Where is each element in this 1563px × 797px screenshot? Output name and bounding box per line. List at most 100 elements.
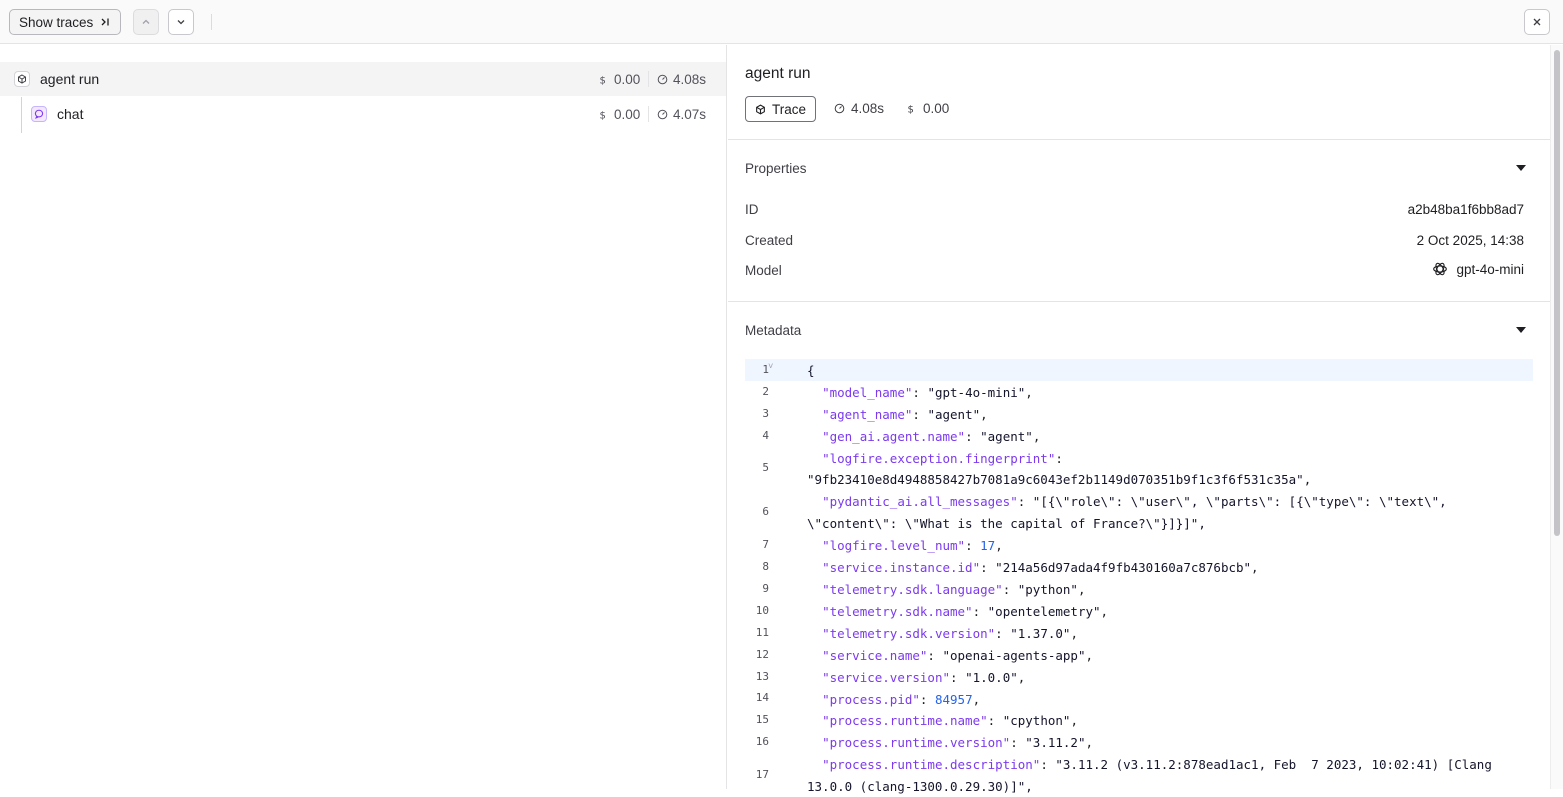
json-string: "214a56d97ada4f9fb430160a7c876bcb" bbox=[995, 560, 1252, 576]
line-number: 2 bbox=[762, 384, 769, 398]
tree-row-label: chat bbox=[57, 106, 84, 122]
code-text: "process.runtime.name": "cpython", bbox=[822, 713, 1078, 729]
chevron-down-icon bbox=[177, 20, 185, 25]
code-line: 7 "logfire.level_num": 17, bbox=[745, 534, 1533, 556]
property-key-created: Created bbox=[745, 233, 794, 248]
close-button[interactable] bbox=[1524, 9, 1550, 35]
trace-box-icon bbox=[14, 71, 30, 87]
json-string: "1.37.0" bbox=[1010, 625, 1071, 641]
fold-chevron-icon[interactable]: ˅ bbox=[768, 362, 773, 372]
duration-value: 4.07s bbox=[673, 106, 707, 122]
close-icon bbox=[1533, 18, 1541, 26]
svg-text:$: $ bbox=[908, 105, 914, 115]
scrollbar[interactable] bbox=[1550, 45, 1563, 789]
json-string: "opentelemetry" bbox=[987, 603, 1101, 619]
line-number: 10 bbox=[755, 603, 769, 617]
code-line: 5 "logfire.exception.fingerprint": "9fb2… bbox=[745, 447, 1533, 491]
line-number: 14 bbox=[755, 691, 769, 705]
code-line: 8 "service.instance.id": "214a56d97ada4f… bbox=[745, 556, 1533, 578]
code-line: 12 "service.name": "openai-agents-app", bbox=[745, 644, 1533, 666]
line-number: 8 bbox=[762, 560, 769, 574]
line-number: 13 bbox=[755, 669, 769, 683]
code-line: 15 "process.runtime.name": "cpython", bbox=[745, 709, 1533, 731]
duration-metric: 4.08s bbox=[657, 72, 706, 87]
trace-badge: Trace bbox=[745, 96, 817, 122]
code-text: "service.instance.id": "214a56d97ada4f9f… bbox=[822, 560, 1259, 576]
code-line: 9 "telemetry.sdk.language": "python", bbox=[745, 578, 1533, 600]
timer-icon bbox=[657, 109, 668, 119]
property-value-model: gpt-4o-mini bbox=[1432, 261, 1524, 277]
line-number: 4 bbox=[762, 428, 769, 442]
detail-title: agent run bbox=[745, 65, 811, 82]
json-string: "gpt-4o-mini" bbox=[927, 384, 1026, 400]
code-line: 6 "pydantic_ai.all_messages": "[{\"role\… bbox=[745, 490, 1533, 534]
json-key: "agent_name" bbox=[822, 406, 913, 422]
show-traces-button[interactable]: Show traces bbox=[9, 9, 122, 35]
json-number: 84957 bbox=[934, 691, 973, 707]
toolbar-divider bbox=[211, 14, 212, 30]
duration-metric: 4.07s bbox=[657, 107, 706, 122]
code-line: 17 "process.runtime.description": "3.11.… bbox=[745, 753, 1533, 797]
tree-row-agent-run[interactable]: agent run $ 0.00 4.08s bbox=[0, 62, 726, 96]
code-text: "process.pid": 84957, bbox=[822, 691, 981, 707]
code-text-continued: 13.0.0 (clang-1300.0.29.30)]", bbox=[807, 779, 1033, 794]
property-key-id: ID bbox=[745, 202, 759, 217]
code-line: 14 "process.pid": 84957, bbox=[745, 688, 1533, 710]
tree-row-chat[interactable]: chat $ 0.00 4.07s bbox=[0, 97, 726, 131]
dollar-icon: $ bbox=[600, 75, 606, 85]
property-value-id: a2b48ba1f6bb8ad7 bbox=[1407, 202, 1524, 217]
model-name: gpt-4o-mini bbox=[1456, 261, 1524, 277]
json-string: "python" bbox=[1017, 582, 1078, 597]
json-string: "1.0.0" bbox=[965, 669, 1018, 685]
dollar-icon: $ bbox=[600, 110, 606, 120]
json-key: "logfire.level_num" bbox=[822, 538, 966, 554]
property-key-model: Model bbox=[745, 263, 782, 278]
json-key: "process.runtime.name" bbox=[822, 713, 988, 729]
json-string: \"content\": \"What is the capital of Fr… bbox=[807, 516, 1206, 532]
json-key: "logfire.exception.fingerprint" bbox=[822, 450, 1056, 466]
span-tree-panel: agent run $ 0.00 4.08s chat $ 0.00 4.07s bbox=[0, 45, 727, 789]
detail-duration-value: 4.08s bbox=[851, 101, 885, 116]
code-text-continued: \"content\": \"What is the capital of Fr… bbox=[807, 516, 1206, 531]
code-text-continued: "9fb23410e8d4948858427b7081a9c6043ef2b11… bbox=[807, 472, 1311, 487]
cost-value: 0.00 bbox=[614, 106, 641, 122]
json-key: "telemetry.sdk.language" bbox=[822, 582, 1003, 597]
previous-span-button[interactable] bbox=[133, 9, 159, 35]
dollar-icon: $ bbox=[908, 105, 914, 115]
line-number: 1 bbox=[762, 362, 769, 376]
json-key: "gen_ai.agent.name" bbox=[822, 428, 966, 444]
line-number: 6 bbox=[762, 505, 769, 519]
json-key: "telemetry.sdk.name" bbox=[822, 603, 973, 619]
detail-cost: $ 0.00 bbox=[906, 101, 950, 116]
line-number: 16 bbox=[755, 735, 769, 749]
json-number: 17 bbox=[980, 538, 996, 554]
cost-metric: $ 0.00 bbox=[598, 72, 641, 87]
code-text: "process.runtime.version": "3.11.2", bbox=[822, 735, 1094, 751]
code-line: 10 "telemetry.sdk.name": "opentelemetry"… bbox=[745, 600, 1533, 622]
code-text: "agent_name": "agent", bbox=[822, 406, 988, 422]
json-string: 13.0.0 (clang-1300.0.29.30)]", bbox=[807, 779, 1033, 795]
code-line: 4 "gen_ai.agent.name": "agent", bbox=[745, 425, 1533, 447]
json-string: "agent" bbox=[927, 406, 981, 422]
json-string: "9fb23410e8d4948858427b7081a9c6043ef2b11… bbox=[807, 472, 1312, 488]
code-line: 11 "telemetry.sdk.version": "1.37.0", bbox=[745, 622, 1533, 644]
next-span-button[interactable] bbox=[168, 9, 194, 35]
collapse-properties-icon[interactable] bbox=[1516, 165, 1526, 171]
properties-section-title: Properties bbox=[745, 161, 807, 176]
metric-divider bbox=[648, 106, 649, 122]
code-line: 3 "agent_name": "agent", bbox=[745, 403, 1533, 425]
openai-logo-icon bbox=[1433, 262, 1448, 276]
collapse-metadata-icon[interactable] bbox=[1516, 327, 1526, 333]
json-string: "agent" bbox=[980, 428, 1033, 444]
line-number: 5 bbox=[762, 461, 769, 475]
tree-row-label: agent run bbox=[40, 71, 100, 87]
code-text: "logfire.level_num": 17, bbox=[822, 538, 1003, 554]
chat-bubble-icon bbox=[31, 106, 47, 122]
json-string: "3.11.2" bbox=[1025, 735, 1086, 751]
scrollbar-thumb[interactable] bbox=[1554, 50, 1560, 536]
code-text: "gen_ai.agent.name": "agent", bbox=[822, 428, 1041, 444]
trace-box-icon bbox=[756, 103, 765, 115]
json-key: "process.runtime.description" bbox=[822, 757, 1041, 773]
line-number: 3 bbox=[762, 406, 769, 420]
section-divider bbox=[728, 139, 1550, 140]
